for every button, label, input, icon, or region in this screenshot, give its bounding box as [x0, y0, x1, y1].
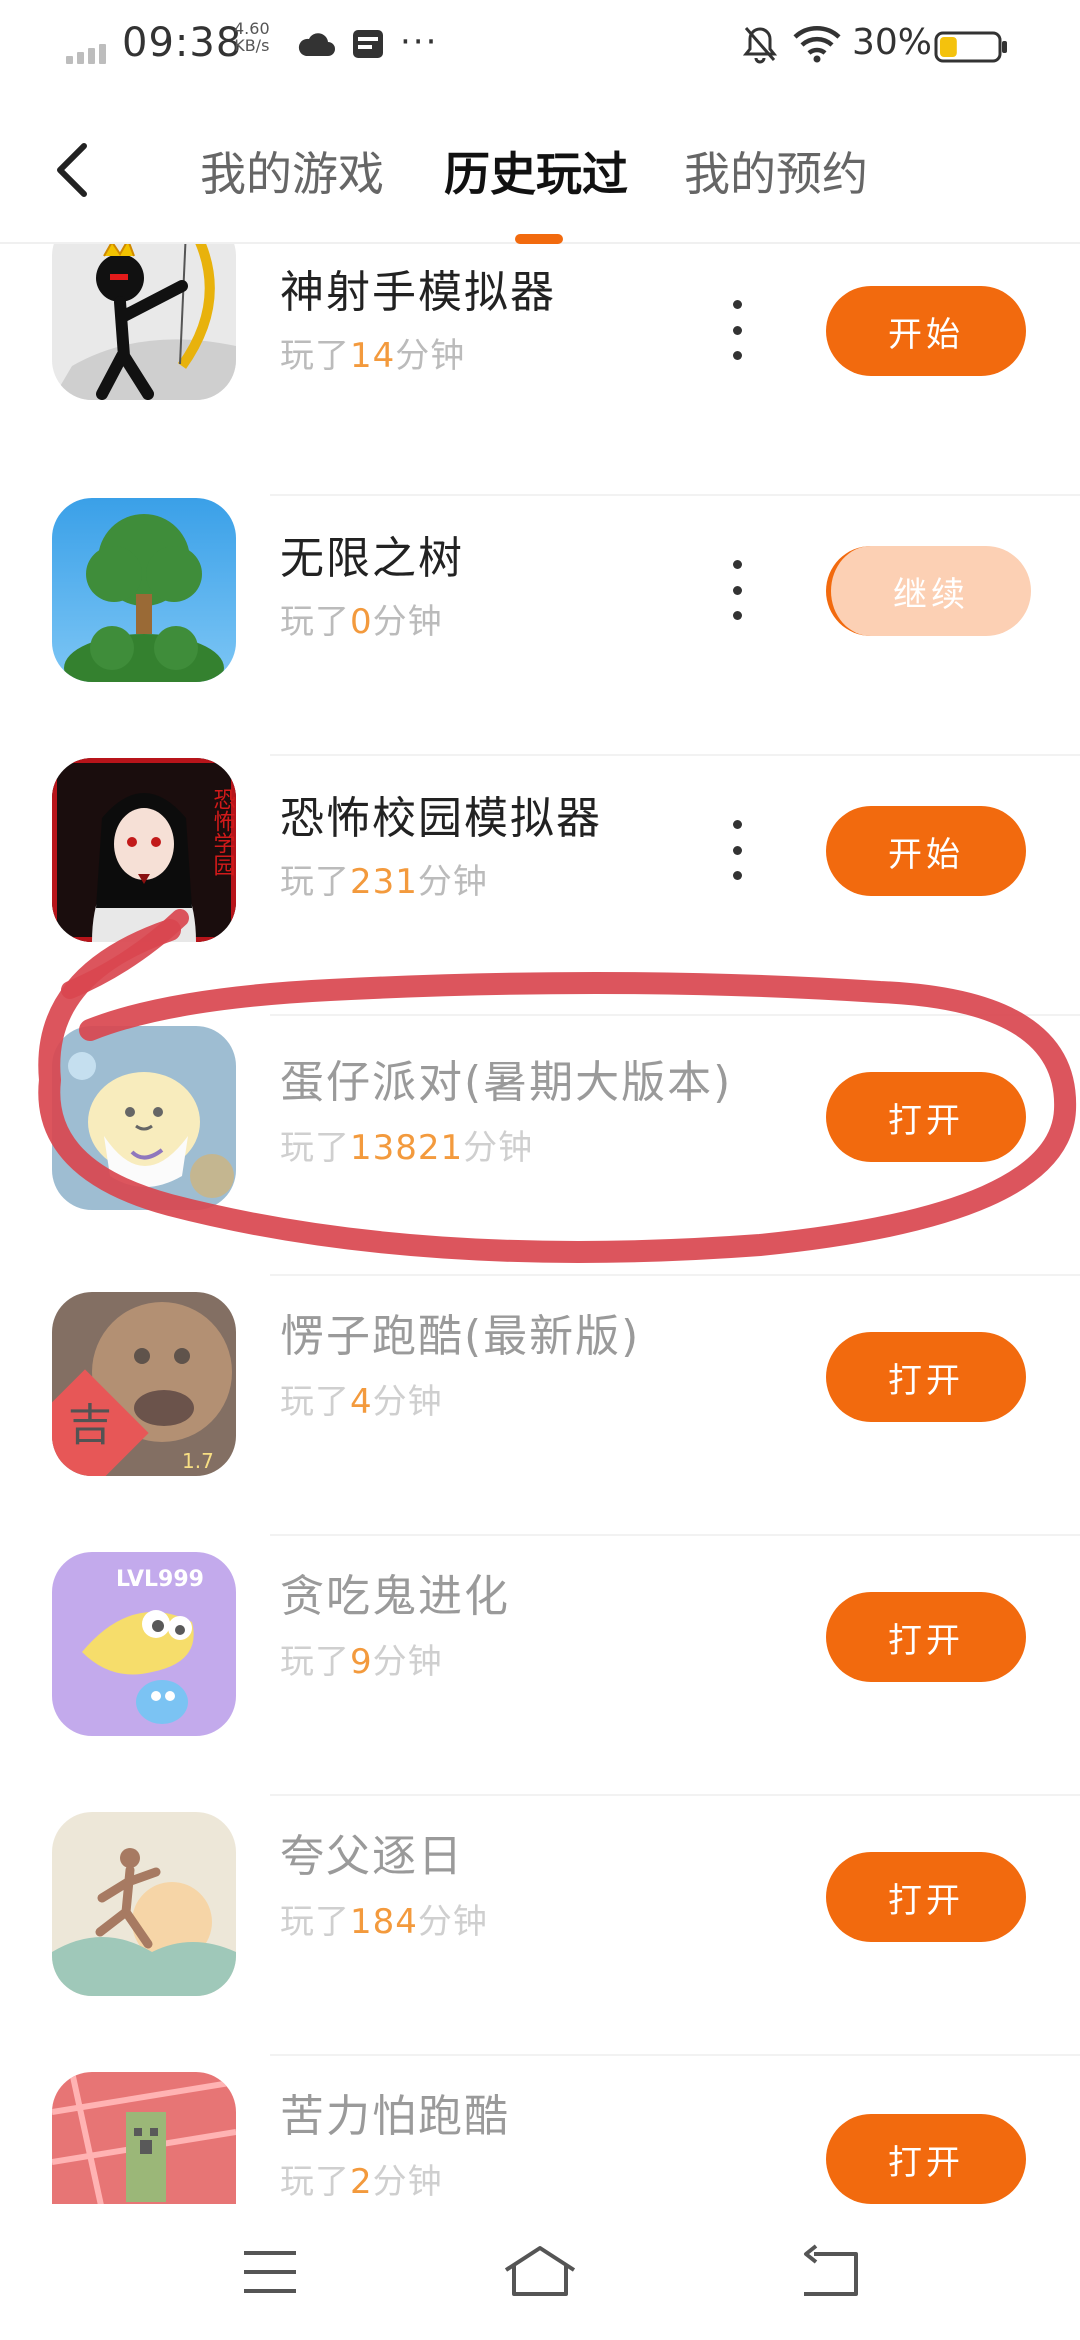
- list-item[interactable]: LVL999 贪吃鬼进化 玩了9分钟 打开: [0, 1536, 1080, 1796]
- cloud-icon: [298, 33, 335, 56]
- start-button[interactable]: 开始: [826, 286, 1026, 376]
- network-speed: 4.60 KB/s: [234, 20, 270, 54]
- play-time-minutes: 231: [350, 862, 418, 902]
- horror-school-icon[interactable]: 恐怖学园: [52, 758, 236, 942]
- list-item[interactable]: 蛋仔派对(暑期大版本) 玩了13821分钟 打开: [0, 1016, 1080, 1276]
- game-title: 夸父逐日: [280, 1831, 464, 1882]
- play-time: 玩了14分钟: [280, 328, 465, 377]
- open-button[interactable]: 打开: [826, 1332, 1026, 1422]
- list-item[interactable]: 无限之树 玩了0分钟 继续: [0, 496, 1080, 756]
- screen: 09:38 4.60 KB/s ··· 30% 我的游戏 历史玩过 我的预约 神…: [0, 0, 1080, 2340]
- wifi-icon: [793, 26, 841, 63]
- open-button[interactable]: 打开: [826, 1592, 1026, 1682]
- list-item[interactable]: 夸父逐日 玩了184分钟 打开: [0, 1796, 1080, 2056]
- play-time: 玩了9分钟: [280, 1634, 443, 1683]
- play-time: 玩了0分钟: [280, 594, 443, 643]
- badge-char: 吉: [68, 1400, 112, 1451]
- game-title: 神射手模拟器: [280, 267, 556, 318]
- network-speed-unit: KB/s: [234, 36, 270, 55]
- play-time: 玩了231分钟: [280, 854, 488, 903]
- play-time: 玩了184分钟: [280, 1894, 488, 1943]
- game-title: 蛋仔派对(暑期大版本): [280, 1057, 733, 1108]
- play-time-prefix: 玩了: [280, 1902, 350, 1942]
- kuafu-runner-icon[interactable]: [52, 1812, 236, 1996]
- back-icon[interactable]: [780, 2232, 880, 2312]
- face-parkour-icon[interactable]: 吉 1.7: [52, 1292, 236, 1476]
- open-button[interactable]: 打开: [826, 1852, 1026, 1942]
- play-time-minutes: 14: [350, 336, 396, 376]
- play-time-minutes: 13821: [350, 1128, 464, 1168]
- play-time-prefix: 玩了: [280, 1642, 350, 1682]
- top-tab-bar: 我的游戏 历史玩过 我的预约: [0, 90, 1080, 244]
- eggy-party-icon[interactable]: [52, 1026, 236, 1210]
- creeper-parkour-icon[interactable]: [52, 2072, 236, 2204]
- play-time-prefix: 玩了: [280, 1382, 350, 1422]
- play-time-suffix: 分钟: [417, 1902, 488, 1942]
- play-time-prefix: 玩了: [280, 602, 350, 642]
- back-arrow-icon[interactable]: [50, 140, 96, 200]
- tab-my-games[interactable]: 我的游戏: [200, 138, 384, 204]
- play-time-suffix: 分钟: [463, 1128, 534, 1168]
- play-time-minutes: 0: [350, 602, 373, 642]
- battery-percent: 30%: [852, 22, 933, 63]
- play-time-suffix: 分钟: [372, 1642, 443, 1682]
- tree-icon[interactable]: [52, 498, 236, 682]
- more-notifications-icon: ···: [400, 22, 439, 62]
- continue-button[interactable]: 继续: [826, 546, 1031, 636]
- horror-poster-text: 恐怖学园: [210, 788, 236, 876]
- play-time-prefix: 玩了: [280, 1128, 350, 1168]
- play-time: 玩了4分钟: [280, 1374, 443, 1423]
- play-time-minutes: 2: [350, 2162, 373, 2202]
- play-time-minutes: 4: [350, 1382, 373, 1422]
- menu-icon[interactable]: [220, 2232, 320, 2312]
- app-notification-icon: [353, 30, 383, 58]
- start-button[interactable]: 开始: [826, 806, 1026, 896]
- play-time-prefix: 玩了: [280, 862, 350, 902]
- game-title: 无限之树: [280, 533, 464, 584]
- glutton-evolution-icon[interactable]: LVL999: [52, 1552, 236, 1736]
- open-button[interactable]: 打开: [826, 2114, 1026, 2204]
- stickman-archer-icon[interactable]: [52, 244, 236, 400]
- play-time-suffix: 分钟: [372, 2162, 443, 2202]
- signal-icon: [66, 42, 110, 64]
- home-icon[interactable]: [490, 2232, 590, 2312]
- play-time-prefix: 玩了: [280, 2162, 350, 2202]
- more-options-icon[interactable]: [722, 300, 752, 360]
- lvl-text: LVL999: [116, 1567, 204, 1592]
- tab-history[interactable]: 历史玩过: [444, 138, 628, 204]
- list-item[interactable]: 吉 1.7 愣子跑酷(最新版) 玩了4分钟 打开: [0, 1276, 1080, 1536]
- open-button[interactable]: 打开: [826, 1072, 1026, 1162]
- status-time: 09:38: [122, 20, 243, 66]
- tab-active-indicator: [515, 234, 563, 244]
- system-nav-bar: [0, 2204, 1080, 2340]
- play-time-minutes: 184: [350, 1902, 418, 1942]
- game-title: 恐怖校园模拟器: [280, 793, 602, 844]
- list-item[interactable]: 恐怖学园 恐怖校园模拟器 玩了231分钟 开始: [0, 756, 1080, 1016]
- play-time-prefix: 玩了: [280, 336, 350, 376]
- more-options-icon[interactable]: [722, 560, 752, 620]
- game-title: 贪吃鬼进化: [280, 1571, 510, 1622]
- play-time-suffix: 分钟: [372, 602, 443, 642]
- play-time-suffix: 分钟: [417, 862, 488, 902]
- play-time: 玩了2分钟: [280, 2154, 443, 2203]
- status-bar: 09:38 4.60 KB/s ··· 30%: [0, 0, 1080, 90]
- tab-reservations[interactable]: 我的预约: [684, 138, 868, 204]
- game-title: 苦力怕跑酷: [280, 2091, 510, 2142]
- battery-icon: [934, 31, 1007, 63]
- network-speed-value: 4.60: [234, 19, 270, 38]
- play-time: 玩了13821分钟: [280, 1120, 533, 1169]
- play-time-suffix: 分钟: [372, 1382, 443, 1422]
- game-history-list[interactable]: 神射手模拟器 玩了14分钟 开始 无限之树 玩了0分钟 继续 恐怖学园 恐怖校园…: [0, 244, 1080, 2204]
- badge-version: 1.7: [182, 1449, 214, 1473]
- more-options-icon[interactable]: [722, 820, 752, 880]
- play-time-suffix: 分钟: [395, 336, 466, 376]
- list-item[interactable]: 苦力怕跑酷 玩了2分钟 打开: [0, 2056, 1080, 2204]
- list-item[interactable]: 神射手模拟器 玩了14分钟 开始: [0, 244, 1080, 496]
- game-title: 愣子跑酷(最新版): [280, 1311, 641, 1362]
- mute-bell-icon: [742, 27, 778, 64]
- play-time-minutes: 9: [350, 1642, 373, 1682]
